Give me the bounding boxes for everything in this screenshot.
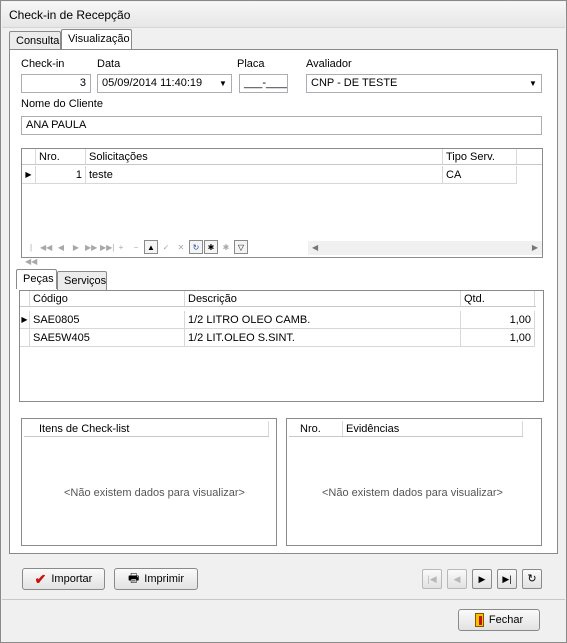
tab-servicos[interactable]: Serviços xyxy=(57,271,107,290)
header-evidencias[interactable]: Evidências xyxy=(343,421,523,436)
filter-icon[interactable]: ▽ xyxy=(234,240,248,254)
insert-icon[interactable]: + xyxy=(114,240,128,254)
header-nro[interactable]: Nro. xyxy=(297,421,343,436)
goto-bookmark-icon[interactable]: ✱ xyxy=(219,240,233,254)
cliente-value: ANA PAULA xyxy=(26,119,87,131)
chevron-down-icon[interactable]: ▼ xyxy=(527,77,539,90)
scroll-right-icon[interactable]: ▶ xyxy=(532,243,538,252)
refresh-icon[interactable]: ↻ xyxy=(189,240,203,254)
pecas-grid: Código Descrição Qtd. ▶ SAE0805 1/2 LITR… xyxy=(19,290,544,402)
tab-consulta[interactable]: Consulta xyxy=(9,31,61,50)
refresh-button[interactable]: ↻ xyxy=(522,569,542,589)
avaliador-select[interactable]: CNP - DE TESTE ▼ xyxy=(306,74,542,93)
checkin-window: Check-in de Recepção Consulta Visualizaç… xyxy=(0,0,567,643)
cancel-icon[interactable]: ✕ xyxy=(174,240,188,254)
table-row[interactable]: SAE5W405 1/2 LIT.OLEO S.SINT. 1,00 xyxy=(20,329,535,347)
cell-descricao: 1/2 LIT.OLEO S.SINT. xyxy=(185,329,461,346)
grid-navigator: |◀◀ ◀◀ ◀ ▶ ▶▶ ▶▶| + − ▲ ✓ ✕ ↻ ✱ ✱ ▽ xyxy=(24,240,248,266)
checkmark-icon: ✔ xyxy=(34,570,47,587)
scroll-left-icon[interactable]: ◀ xyxy=(312,243,318,252)
solicitacoes-grid: Nro. Solicitações Tipo Serv. ▶ 1 teste C… xyxy=(21,148,543,266)
delete-icon[interactable]: − xyxy=(129,240,143,254)
imprimir-button[interactable]: 🖶 Imprimir xyxy=(114,568,198,590)
avaliador-label: Avaliador xyxy=(306,58,352,70)
header-tipo-serv[interactable]: Tipo Serv. xyxy=(443,149,517,164)
prev-record-button[interactable]: ◀ xyxy=(447,569,467,589)
evidencias-header: Nro. Evidências xyxy=(289,421,523,437)
header-indicator xyxy=(289,421,297,436)
header-qtd[interactable]: Qtd. xyxy=(461,291,535,306)
cell-codigo: SAE5W405 xyxy=(30,329,185,346)
edit-icon[interactable]: ▲ xyxy=(144,240,158,254)
next-record-button[interactable]: ▶ xyxy=(472,569,492,589)
solicitacoes-header: Nro. Solicitações Tipo Serv. xyxy=(22,149,542,165)
chevron-down-icon[interactable]: ▼ xyxy=(217,77,229,90)
next-page-icon[interactable]: ▶▶ xyxy=(84,240,98,254)
visualizacao-panel: Check-in Data Placa Avaliador 3 05/09/20… xyxy=(9,49,558,554)
last-page-icon[interactable]: ▶▶| xyxy=(99,240,114,254)
prev-record-icon[interactable]: ◀ xyxy=(54,240,68,254)
header-indicator xyxy=(20,291,30,306)
horizontal-scrollbar[interactable]: ◀ ▶ xyxy=(308,241,542,255)
avaliador-value: CNP - DE TESTE xyxy=(311,77,398,89)
post-icon[interactable]: ✓ xyxy=(159,240,173,254)
header-indicator xyxy=(22,149,36,164)
cliente-label: Nome do Cliente xyxy=(21,98,103,110)
checklist-empty-message: <Não existem dados para visualizar> xyxy=(64,487,245,499)
cell-codigo: SAE0805 xyxy=(30,311,185,328)
checklist-grid: Itens de Check-list <Não existem dados p… xyxy=(21,418,277,546)
first-record-button[interactable]: |◀ xyxy=(422,569,442,589)
imprimir-label: Imprimir xyxy=(144,573,185,585)
tab-visualizacao[interactable]: Visualização xyxy=(61,29,132,49)
data-field[interactable]: 05/09/2014 11:40:19 ▼ xyxy=(97,74,232,93)
header-indicator xyxy=(24,421,36,436)
table-row[interactable]: ▶ 1 teste CA xyxy=(22,166,517,184)
bookmark-icon[interactable]: ✱ xyxy=(204,240,218,254)
placa-value: ___-____ xyxy=(244,77,288,89)
header-descricao[interactable]: Descrição xyxy=(185,291,461,306)
cell-solicitacao: teste xyxy=(86,166,443,183)
cell-nro: 1 xyxy=(36,166,86,183)
row-pointer-icon: ▶ xyxy=(20,311,30,328)
cell-descricao: 1/2 LITRO OLEO CAMB. xyxy=(185,311,461,328)
importar-button[interactable]: ✔ Importar xyxy=(22,568,105,590)
cliente-field[interactable]: ANA PAULA xyxy=(21,116,542,135)
title-bar: Check-in de Recepção xyxy=(2,2,565,28)
next-record-icon[interactable]: ▶ xyxy=(69,240,83,254)
printer-icon: 🖶 xyxy=(127,570,140,585)
placa-label: Placa xyxy=(237,58,265,70)
pecas-header: Código Descrição Qtd. xyxy=(20,291,536,307)
window-title: Check-in de Recepção xyxy=(9,8,131,22)
exit-door-icon xyxy=(474,613,484,627)
header-itens-checklist[interactable]: Itens de Check-list xyxy=(36,421,269,436)
checkin-value: 3 xyxy=(79,77,86,89)
last-record-button[interactable]: ▶| xyxy=(497,569,517,589)
data-label: Data xyxy=(97,58,121,70)
data-value: 05/09/2014 11:40:19 xyxy=(102,77,203,89)
first-page-icon[interactable]: |◀◀ xyxy=(24,240,38,266)
tab-pecas[interactable]: Peças xyxy=(16,269,57,289)
cell-qtd: 1,00 xyxy=(461,329,535,346)
checkin-field[interactable]: 3 xyxy=(21,74,91,93)
fechar-button[interactable]: Fechar xyxy=(458,609,540,631)
header-codigo[interactable]: Código xyxy=(30,291,185,306)
row-indicator xyxy=(20,329,30,346)
cell-qtd: 1,00 xyxy=(461,311,535,328)
checklist-header: Itens de Check-list xyxy=(24,421,269,437)
prev-page-icon[interactable]: ◀◀ xyxy=(39,240,53,254)
checkin-label: Check-in xyxy=(21,58,65,70)
table-row[interactable]: ▶ SAE0805 1/2 LITRO OLEO CAMB. 1,00 xyxy=(20,311,535,329)
cell-tipo-serv: CA xyxy=(443,166,517,183)
header-solicitacoes[interactable]: Solicitações xyxy=(86,149,443,164)
importar-label: Importar xyxy=(51,573,93,585)
fechar-label: Fechar xyxy=(488,614,524,626)
evidencias-grid: Nro. Evidências <Não existem dados para … xyxy=(286,418,542,546)
row-pointer-icon: ▶ xyxy=(22,166,36,183)
footer-bar: Fechar xyxy=(2,599,565,642)
evidencias-empty-message: <Não existem dados para visualizar> xyxy=(322,487,503,499)
header-nro[interactable]: Nro. xyxy=(36,149,86,164)
placa-field[interactable]: ___-____ xyxy=(239,74,288,93)
